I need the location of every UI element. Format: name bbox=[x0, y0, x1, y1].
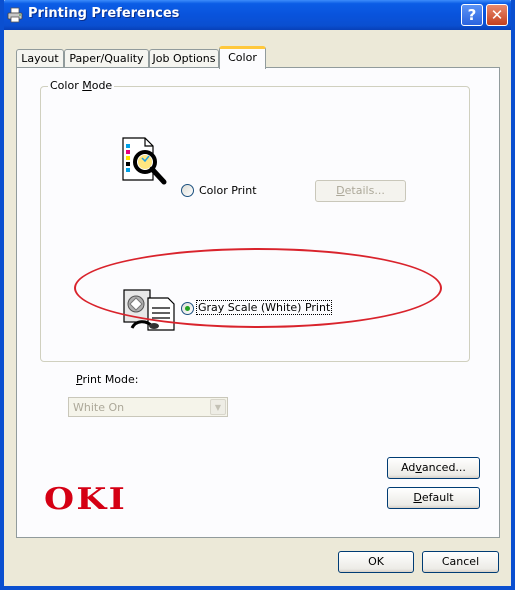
color-mode-group-label: Color Mode bbox=[48, 79, 115, 92]
details-button[interactable]: Details... bbox=[315, 180, 406, 202]
color-print-radio[interactable] bbox=[181, 184, 194, 197]
close-icon: ✕ bbox=[490, 6, 504, 24]
print-mode-label: Print Mode: bbox=[76, 373, 139, 386]
tab-job-options[interactable]: Job Options bbox=[149, 49, 219, 68]
advanced-button[interactable]: Advanced... bbox=[387, 457, 480, 479]
printer-icon bbox=[7, 7, 23, 23]
tab-layout[interactable]: Layout bbox=[16, 49, 64, 68]
cancel-button[interactable]: Cancel bbox=[422, 551, 499, 573]
color-print-label[interactable]: Color Print bbox=[199, 184, 257, 197]
printing-preferences-window: Printing Preferences ? ✕ Layout Paper/Qu… bbox=[0, 0, 515, 590]
oki-logo: OKI bbox=[44, 482, 128, 517]
window-title: Printing Preferences bbox=[28, 6, 180, 21]
chevron-down-icon[interactable]: ▼ bbox=[210, 399, 226, 415]
tab-label: Layout bbox=[21, 52, 59, 65]
ok-button[interactable]: OK bbox=[338, 551, 414, 573]
help-icon: ? bbox=[467, 6, 477, 24]
tab-paper-quality[interactable]: Paper/Quality bbox=[64, 49, 149, 68]
print-mode-value: White On bbox=[73, 401, 125, 414]
help-button[interactable]: ? bbox=[461, 4, 483, 26]
default-button[interactable]: Default bbox=[387, 487, 480, 509]
tab-color[interactable]: Color bbox=[219, 46, 266, 69]
highlight-annotation-ellipse bbox=[74, 248, 442, 328]
print-mode-select[interactable]: White On ▼ bbox=[68, 397, 228, 417]
dialog-client-area: Layout Paper/Quality Job Options Color C… bbox=[4, 30, 511, 586]
close-button[interactable]: ✕ bbox=[486, 4, 508, 26]
tab-label: Color bbox=[228, 51, 257, 64]
tab-label: Job Options bbox=[152, 52, 216, 65]
color-document-magnifier-icon bbox=[122, 137, 167, 185]
title-bar[interactable]: Printing Preferences ? ✕ bbox=[0, 0, 515, 30]
tab-label: Paper/Quality bbox=[69, 52, 144, 65]
